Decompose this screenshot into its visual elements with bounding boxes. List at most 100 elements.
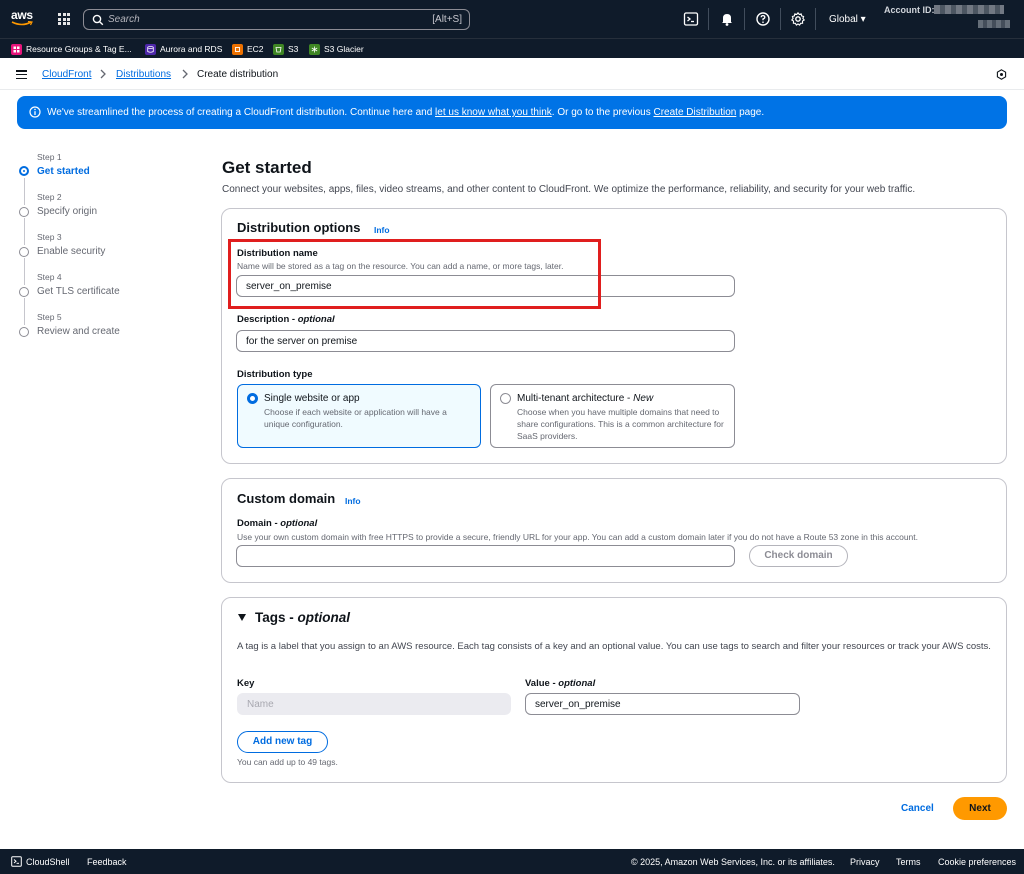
nav-divider <box>815 8 816 30</box>
footer-cloudshell[interactable]: CloudShell <box>26 857 70 867</box>
favorite-resource-groups[interactable]: Resource Groups & Tag E... <box>11 43 132 55</box>
domain-label-text: Domain - <box>237 518 281 529</box>
distribution-type-label: Distribution type <box>237 369 313 380</box>
multi-tenant-title-text: Multi-tenant architecture - <box>517 393 634 404</box>
step-connector <box>23 298 25 325</box>
next-button[interactable]: Next <box>953 797 1007 820</box>
custom-domain-title: Custom domain <box>237 491 336 506</box>
caret-down-icon[interactable] <box>237 613 247 622</box>
account-label[interactable]: Account ID: <box>884 5 935 15</box>
step-get-started[interactable]: Get started <box>37 166 90 177</box>
chevron-right-icon <box>100 69 106 79</box>
top-navigation: aws [Alt+S] Global ▾ Account ID: <box>0 0 1024 38</box>
tags-title-text: Tags - <box>255 610 298 625</box>
hamburger-menu-icon[interactable] <box>16 70 27 80</box>
add-new-tag-button[interactable]: Add new tag <box>237 731 328 753</box>
multi-tenant-radio[interactable] <box>500 393 511 404</box>
notifications-bell-icon[interactable] <box>719 11 735 27</box>
services-menu-icon[interactable] <box>58 13 70 25</box>
search-shortcut: [Alt+S] <box>432 14 462 25</box>
nav-divider <box>744 8 745 30</box>
multi-tenant-title: Multi-tenant architecture - New <box>517 393 653 404</box>
multi-tenant-option[interactable]: Multi-tenant architecture - New Choose w… <box>490 384 735 448</box>
search-input[interactable] <box>108 11 408 28</box>
step-indicator <box>19 327 29 337</box>
account-id-redacted <box>934 5 1004 14</box>
footer-cookie-preferences[interactable]: Cookie preferences <box>938 857 1016 867</box>
resource-groups-icon <box>11 43 22 55</box>
description-input[interactable] <box>236 330 735 352</box>
favorite-aurora-rds[interactable]: Aurora and RDS <box>145 43 222 55</box>
custom-domain-info-link[interactable]: Info <box>345 496 361 506</box>
optional-text: optional <box>280 518 318 529</box>
tag-key-input <box>237 693 511 715</box>
breadcrumb-cloudfront[interactable]: CloudFront <box>42 69 91 80</box>
s3-glacier-icon <box>309 43 320 55</box>
distribution-options-title: Distribution options <box>237 220 361 235</box>
cloudshell-icon[interactable] <box>11 856 22 867</box>
page-title: Get started <box>222 158 312 177</box>
single-website-title: Single website or app <box>264 393 360 404</box>
step-indicator <box>19 207 29 217</box>
favorite-ec2[interactable]: EC2 <box>232 43 264 55</box>
help-panel-icon[interactable] <box>996 69 1007 80</box>
chevron-right-icon <box>182 69 188 79</box>
custom-domain-card <box>221 478 1007 583</box>
footer-terms[interactable]: Terms <box>896 857 921 867</box>
aws-logo-text: aws <box>11 8 33 22</box>
cancel-button[interactable]: Cancel <box>901 803 934 814</box>
step-connector <box>23 178 25 205</box>
banner-text: page. <box>736 107 765 118</box>
tag-value-label-text: Value - <box>525 678 559 689</box>
single-website-option[interactable]: Single website or app Choose if each web… <box>237 384 481 448</box>
step-indicator-active <box>19 166 29 176</box>
distribution-options-info-link[interactable]: Info <box>374 225 390 235</box>
optional-text: optional <box>297 314 335 325</box>
banner-message: We've streamlined the process of creatin… <box>47 107 764 118</box>
step-connector <box>23 218 25 245</box>
optional-text: optional <box>297 610 351 625</box>
breadcrumb-create-distribution: Create distribution <box>197 69 279 80</box>
tag-value-label: Value - optional <box>525 678 595 689</box>
help-icon[interactable] <box>755 11 771 27</box>
domain-label: Domain - optional <box>237 518 317 529</box>
feedback-link[interactable]: let us know what you think <box>435 107 552 118</box>
step-enable-security: Enable security <box>37 246 106 257</box>
step-specify-origin: Specify origin <box>37 206 98 217</box>
check-domain-button[interactable]: Check domain <box>749 545 848 567</box>
page-description: Connect your websites, apps, files, vide… <box>222 184 916 195</box>
ec2-icon <box>232 43 243 55</box>
step-number: Step 4 <box>37 272 62 282</box>
aws-logo[interactable]: aws <box>11 9 37 29</box>
tag-key-label: Key <box>237 678 255 689</box>
cloudshell-icon[interactable] <box>683 11 699 27</box>
breadcrumb-distributions[interactable]: Distributions <box>116 69 171 80</box>
footer-privacy[interactable]: Privacy <box>850 857 880 867</box>
region-selector[interactable]: Global ▾ <box>829 14 866 25</box>
info-banner: We've streamlined the process of creatin… <box>17 96 1007 129</box>
step-number: Step 1 <box>37 152 62 162</box>
step-indicator <box>19 247 29 257</box>
favorite-s3[interactable]: S3 <box>273 43 298 55</box>
new-badge-text: New <box>633 393 654 404</box>
favorite-label: S3 Glacier <box>324 44 364 54</box>
banner-text: We've streamlined the process of creatin… <box>47 107 436 118</box>
domain-input[interactable] <box>236 545 735 567</box>
previous-create-distribution-link[interactable]: Create Distribution <box>654 107 737 118</box>
nav-divider <box>708 8 709 30</box>
footer: CloudShell Feedback © 2025, Amazon Web S… <box>0 849 1024 874</box>
favorite-label: EC2 <box>247 44 264 54</box>
footer-copyright: © 2025, Amazon Web Services, Inc. or its… <box>631 857 835 867</box>
single-website-radio[interactable] <box>247 393 258 404</box>
search-bar[interactable]: [Alt+S] <box>83 9 470 30</box>
favorite-s3-glacier[interactable]: S3 Glacier <box>309 43 364 55</box>
favorite-label: Aurora and RDS <box>160 44 223 54</box>
settings-gear-icon[interactable] <box>790 11 806 27</box>
tag-value-input[interactable] <box>525 693 800 715</box>
step-review-and-create: Review and create <box>37 326 120 337</box>
s3-icon <box>273 43 284 55</box>
tags-title[interactable]: Tags - optional <box>255 610 350 625</box>
step-indicator <box>19 287 29 297</box>
account-name-redacted <box>978 20 1010 28</box>
footer-feedback[interactable]: Feedback <box>87 857 127 867</box>
